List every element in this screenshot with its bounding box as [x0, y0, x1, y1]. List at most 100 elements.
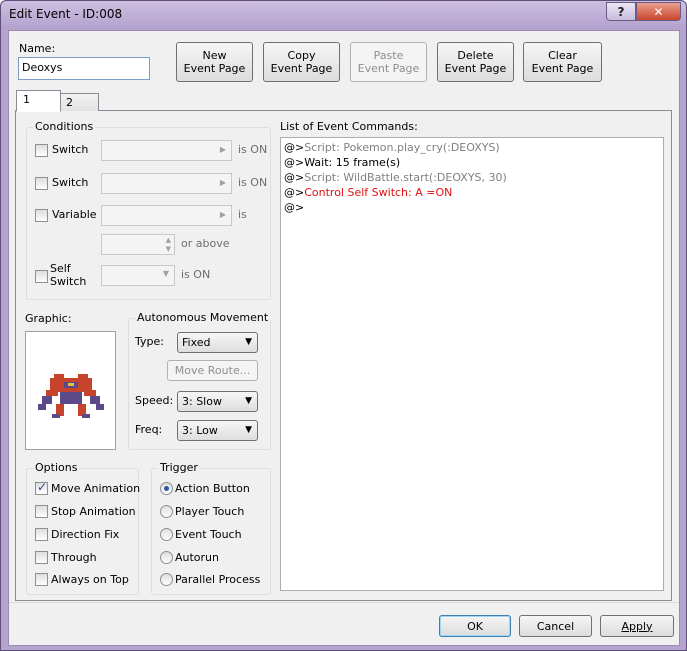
variable-select[interactable]: ▶ [101, 205, 232, 226]
switch2-checkbox[interactable] [35, 177, 48, 190]
speed-value: 3: Slow [182, 395, 222, 408]
options-group: Options Move Animation Stop Animation Di… [26, 461, 141, 595]
option-label: Stop Animation [51, 505, 136, 518]
action-button-radio[interactable] [160, 482, 173, 495]
button-label: Move Route... [174, 364, 251, 377]
button-label: Event Page [183, 62, 246, 75]
command-text: Script: WildBattle.start(:DEOXYS, 30) [304, 171, 507, 184]
chevron-right-icon: ▶ [219, 210, 226, 219]
button-label: Event Page [444, 62, 507, 75]
button-label: Event Page [270, 62, 333, 75]
button-label: Paste [373, 49, 404, 62]
variable-checkbox[interactable] [35, 209, 48, 222]
chevron-right-icon: ▶ [219, 145, 226, 154]
delete-event-page-button[interactable]: Delete Event Page [437, 42, 514, 82]
event-touch-radio[interactable] [160, 528, 173, 541]
switch2-select[interactable]: ▶ [101, 173, 232, 194]
button-label: Clear [548, 49, 577, 62]
conditions-title: Conditions [33, 120, 96, 133]
always-on-top-checkbox[interactable] [35, 573, 48, 586]
chevron-right-icon: ▶ [219, 178, 226, 187]
command-row[interactable]: @> [284, 201, 304, 214]
autorun-radio[interactable] [160, 551, 173, 564]
button-label: Event Page [531, 62, 594, 75]
footer-divider [9, 602, 679, 603]
switch1-checkbox[interactable] [35, 144, 48, 157]
freq-select[interactable]: 3: Low ▼ [177, 420, 258, 441]
command-prefix: @> [284, 171, 305, 184]
spin-down-icon[interactable]: ▼ [166, 245, 171, 253]
label-line: Switch [50, 275, 87, 288]
option-label: Always on Top [51, 573, 129, 586]
or-above-label: or above [181, 237, 230, 250]
close-button[interactable]: ✕ [636, 2, 681, 21]
name-input[interactable]: Deoxys [18, 57, 150, 80]
button-label: Apply [621, 619, 653, 633]
conditions-group: Conditions Switch ▶ is ON Switch ▶ is ON… [26, 120, 271, 300]
new-event-page-button[interactable]: New Event Page [176, 42, 253, 82]
through-checkbox[interactable] [35, 551, 48, 564]
cancel-button[interactable]: Cancel [519, 615, 592, 637]
help-button[interactable]: ? [606, 2, 636, 21]
options-title: Options [33, 461, 80, 474]
tab-page-1[interactable]: 1 [16, 90, 61, 112]
deoxys-sprite-icon [38, 374, 104, 418]
graphic-preview[interactable] [25, 331, 116, 450]
command-row[interactable]: @>Control Self Switch: A =ON [284, 186, 452, 199]
player-touch-radio[interactable] [160, 505, 173, 518]
graphic-label: Graphic: [25, 312, 72, 325]
commands-label: List of Event Commands: [280, 120, 418, 133]
switch1-suffix: is ON [238, 143, 268, 156]
switch2-suffix: is ON [238, 176, 268, 189]
command-row[interactable]: @>Wait: 15 frame(s) [284, 156, 400, 169]
dialog-body: Name: Deoxys New Event Page Copy Event Pag… [8, 30, 680, 646]
trigger-title: Trigger [158, 461, 200, 474]
option-label: Move Animation [51, 482, 141, 495]
type-select[interactable]: Fixed ▼ [177, 332, 258, 353]
close-icon: ✕ [653, 4, 664, 19]
chevron-down-icon: ▼ [162, 269, 169, 278]
button-label: Event Page [357, 62, 420, 75]
autonomous-movement-group: Autonomous Movement Type: Fixed ▼ Move Ro… [128, 311, 271, 450]
tab-page-2[interactable]: 2 [59, 93, 99, 111]
chevron-down-icon: ▼ [245, 425, 252, 435]
variable-label: Variable [52, 208, 97, 221]
button-label: New [202, 49, 227, 62]
freq-label: Freq: [135, 423, 163, 436]
command-prefix: @> [284, 141, 305, 154]
switch1-select[interactable]: ▶ [101, 140, 232, 161]
event-command-list[interactable]: @>Script: Pokemon.play_cry(:DEOXYS) @>Wa… [280, 137, 664, 591]
trigger-label: Action Button [175, 482, 250, 495]
move-animation-checkbox[interactable] [35, 480, 48, 495]
self-switch-checkbox[interactable] [35, 270, 48, 283]
tab-label: 1 [23, 93, 30, 106]
trigger-label: Event Touch [175, 528, 242, 541]
ok-button[interactable]: OK [439, 615, 511, 637]
copy-event-page-button[interactable]: Copy Event Page [263, 42, 340, 82]
command-row[interactable]: @>Script: WildBattle.start(:DEOXYS, 30) [284, 171, 507, 184]
spin-up-icon[interactable]: ▲ [166, 236, 171, 244]
stop-animation-checkbox[interactable] [35, 505, 48, 518]
variable-suffix: is [238, 208, 247, 221]
type-value: Fixed [182, 336, 211, 349]
label-line: Self [50, 262, 71, 275]
button-label: Copy [287, 49, 316, 62]
help-icon: ? [617, 4, 625, 19]
parallel-process-radio[interactable] [160, 573, 173, 586]
option-label: Direction Fix [51, 528, 120, 541]
self-switch-select[interactable]: ▼ [101, 265, 175, 286]
paste-event-page-button[interactable]: Paste Event Page [350, 42, 427, 82]
variable-value-stepper[interactable]: ▲ ▼ [101, 234, 175, 255]
apply-button[interactable]: Apply [600, 615, 674, 637]
move-route-button[interactable]: Move Route... [167, 360, 258, 381]
direction-fix-checkbox[interactable] [35, 528, 48, 541]
trigger-label: Parallel Process [175, 573, 261, 586]
clear-event-page-button[interactable]: Clear Event Page [523, 42, 602, 82]
command-text: Wait: 15 frame(s) [304, 156, 401, 169]
command-prefix: @> [284, 156, 305, 169]
speed-select[interactable]: 3: Slow ▼ [177, 391, 258, 412]
name-label: Name: [19, 42, 56, 55]
title-bar[interactable]: Edit Event - ID:008 ? ✕ [1, 1, 686, 29]
tab-label: 2 [66, 96, 73, 109]
command-row[interactable]: @>Script: Pokemon.play_cry(:DEOXYS) [284, 141, 500, 154]
